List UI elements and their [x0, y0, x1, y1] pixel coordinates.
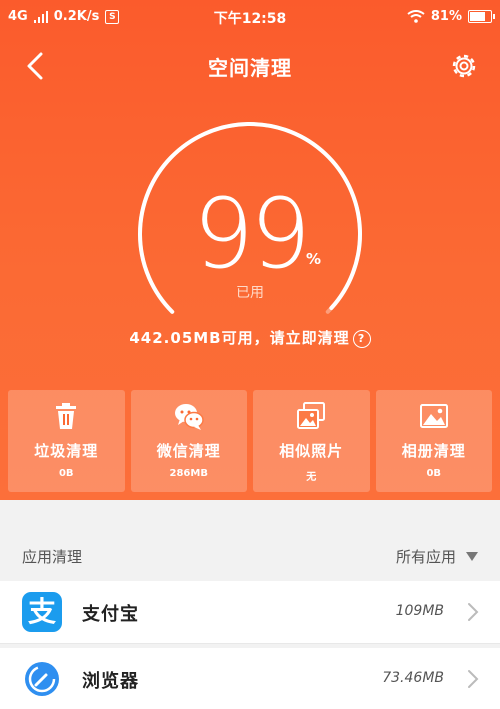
- cleanup-cards: 垃圾清理 0B 微信清理 286MB 相似照片 无 相册清理 0B: [8, 390, 492, 492]
- battery-percent: 81%: [430, 9, 462, 24]
- wifi-icon: [407, 10, 425, 23]
- chevron-right-icon: [468, 603, 479, 621]
- battery-icon: [468, 10, 495, 23]
- app-size: 109MB: [395, 603, 444, 619]
- gear-icon[interactable]: [448, 50, 480, 82]
- usage-label: 已用: [236, 285, 264, 301]
- wechat-icon: [174, 404, 204, 430]
- card-value: 0B: [426, 468, 442, 479]
- card-value: 286MB: [169, 468, 208, 479]
- app-size: 73.46MB: [382, 670, 444, 686]
- similar-photos-icon: [297, 402, 326, 429]
- alipay-icon: 支: [22, 592, 62, 632]
- card-similar-photos[interactable]: 相似照片 无: [253, 390, 370, 492]
- filter-label: 所有应用: [395, 548, 456, 566]
- card-label: 相似照片: [279, 442, 344, 460]
- card-wechat-clean[interactable]: 微信清理 286MB: [130, 390, 247, 492]
- app-name: 支付宝: [82, 604, 139, 625]
- usage-percent-unit: %: [306, 250, 322, 268]
- dropdown-triangle-icon: [466, 552, 478, 561]
- trash-icon: [56, 403, 77, 429]
- app-name: 浏览器: [82, 671, 139, 692]
- page-title: 空间清理: [208, 56, 292, 80]
- title-bar: 空间清理: [0, 44, 500, 88]
- card-label: 微信清理: [156, 442, 221, 460]
- card-junk-clean[interactable]: 垃圾清理 0B: [8, 390, 125, 492]
- help-icon[interactable]: ?: [352, 330, 371, 348]
- card-label: 相册清理: [401, 442, 466, 460]
- app-row-alipay[interactable]: 支 支付宝 109MB: [0, 581, 500, 644]
- hero-panel: 4G 0.2K/s S 下午12:58 81% 空间清理 99 % 已用 442…: [0, 0, 500, 500]
- free-space-text: 442.05MB可用，请立即清理?: [0, 327, 500, 348]
- alipay-icon-glyph: 支: [27, 595, 56, 628]
- usage-percent: 99: [192, 178, 311, 290]
- album-icon: [419, 404, 448, 428]
- section-title: 应用清理: [22, 548, 83, 566]
- status-bar: 4G 0.2K/s S 下午12:58 81%: [0, 0, 500, 34]
- browser-icon: [22, 659, 62, 699]
- app-row-browser[interactable]: 浏览器 73.46MB: [0, 648, 500, 709]
- card-album-clean[interactable]: 相册清理 0B: [375, 390, 492, 492]
- card-label: 垃圾清理: [34, 442, 99, 460]
- chevron-right-icon: [468, 670, 479, 688]
- card-value: 0B: [58, 468, 74, 479]
- card-value: 无: [306, 472, 317, 483]
- app-filter-dropdown[interactable]: 所有应用: [396, 546, 478, 567]
- app-clean-header: 应用清理 所有应用: [0, 530, 500, 580]
- free-space-summary: 442.05MB可用，请立即清理: [129, 329, 350, 347]
